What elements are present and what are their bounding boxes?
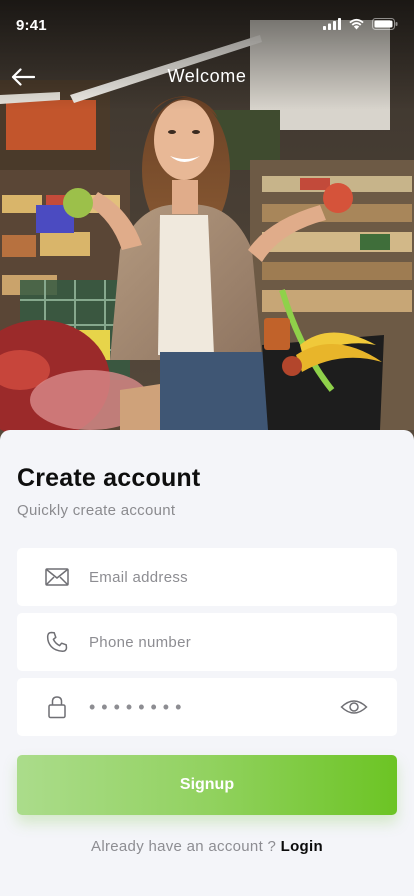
signup-button[interactable]: Signup <box>17 755 397 815</box>
top-nav: Welcome <box>0 56 414 98</box>
login-prompt-text: Already have an account ? <box>91 838 277 855</box>
form-subtitle: Quickly create account <box>17 502 176 519</box>
status-bar: 9:41 <box>0 0 414 50</box>
page-title: Welcome <box>167 66 247 86</box>
lock-icon <box>43 695 71 719</box>
login-prompt-row: Already have an account ? Login <box>0 838 414 855</box>
password-input[interactable]: •••••••• <box>89 697 337 718</box>
status-icons <box>323 18 398 30</box>
status-time: 9:41 <box>16 17 47 34</box>
password-visibility-toggle[interactable] <box>337 690 371 724</box>
form-title: Create account <box>17 464 201 492</box>
password-field[interactable]: •••••••• <box>17 678 397 736</box>
eye-icon <box>340 700 368 714</box>
phone-input[interactable] <box>89 613 397 671</box>
email-input[interactable] <box>89 548 397 606</box>
phone-field <box>17 613 397 671</box>
envelope-icon <box>43 568 71 586</box>
battery-icon <box>372 18 398 30</box>
email-field <box>17 548 397 606</box>
signup-sheet: Create account Quickly create account Em… <box>0 430 414 896</box>
wifi-icon <box>349 18 364 30</box>
login-link[interactable]: Login <box>281 838 323 855</box>
phone-icon <box>43 630 71 654</box>
cellular-signal-icon <box>323 18 341 30</box>
